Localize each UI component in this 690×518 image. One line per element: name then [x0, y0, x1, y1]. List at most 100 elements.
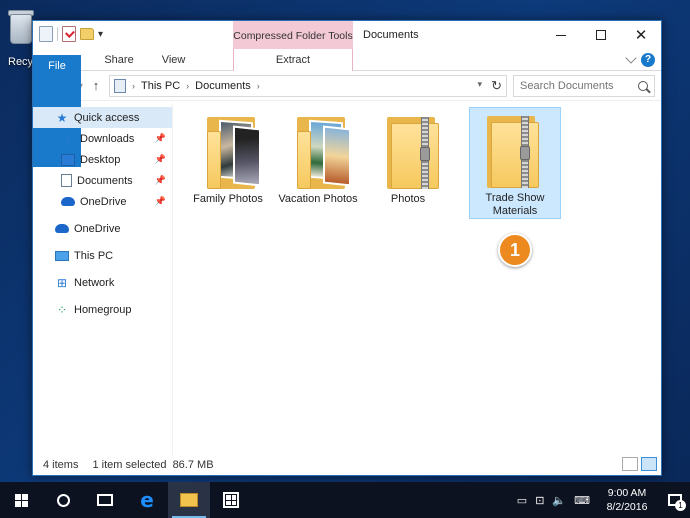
clock-time: 9:00 AM	[607, 487, 647, 499]
battery-icon[interactable]: ▭	[517, 494, 527, 507]
minimize-icon	[556, 34, 566, 36]
close-button[interactable]: ✕	[621, 21, 661, 49]
file-item-trade-show-materials[interactable]: Trade Show Materials	[469, 107, 561, 219]
zip-folder-icon	[487, 116, 543, 188]
context-tab-header: Compressed Folder Tools	[233, 21, 353, 51]
address-history-dropdown-icon[interactable]: ▾	[477, 79, 482, 90]
file-explorer-window: ▾ Compressed Folder Tools Documents ✕ Fi…	[32, 20, 662, 476]
refresh-icon[interactable]: ↻	[491, 78, 502, 94]
store-icon	[223, 492, 239, 508]
window-title: Documents	[363, 29, 419, 41]
nav-documents[interactable]: Documents 📌	[33, 170, 172, 191]
file-name: Vacation Photos	[278, 193, 358, 205]
quick-access-toolbar: ▾	[39, 26, 103, 42]
new-folder-icon[interactable]	[80, 28, 94, 40]
nav-item-label: Desktop	[80, 153, 121, 166]
store-taskbar-button[interactable]	[210, 482, 252, 518]
zip-folder-icon	[387, 117, 443, 189]
document-icon	[61, 174, 72, 187]
nav-onedrive-pinned[interactable]: OneDrive 📌	[33, 191, 172, 212]
file-item-vacation-photos[interactable]: Vacation Photos	[273, 109, 363, 221]
breadcrumb-separator-icon[interactable]: ›	[186, 81, 189, 91]
nav-item-label: This PC	[74, 249, 114, 262]
nav-item-label: Quick access	[74, 111, 140, 124]
nav-desktop[interactable]: Desktop 📌	[33, 149, 172, 170]
file-name: Trade Show Materials	[485, 192, 545, 217]
system-tray: ▭ ⊡ 🔈 ⌨ 9:00 AM 8/2/2016 1	[517, 482, 690, 518]
clock-date: 8/2/2016	[606, 501, 648, 513]
desktop-icon	[61, 153, 75, 166]
photo-folder-icon	[297, 117, 353, 189]
nav-this-pc[interactable]: This PC	[33, 245, 172, 266]
edge-taskbar-button[interactable]: e	[126, 482, 168, 518]
nav-item-label: OneDrive	[80, 195, 127, 208]
file-item-family-photos[interactable]: Family Photos	[183, 109, 273, 221]
large-icons-view-icon[interactable]	[641, 457, 657, 471]
nav-item-label: Homegroup	[74, 303, 132, 316]
nav-homegroup[interactable]: ⁘ Homegroup	[33, 299, 172, 320]
task-view-button[interactable]	[84, 482, 126, 518]
nav-quick-access[interactable]: ★ Quick access	[33, 107, 172, 128]
nav-downloads[interactable]: ↓ Downloads 📌	[33, 128, 172, 149]
pin-icon: 📌	[154, 175, 166, 185]
up-arrow-icon[interactable]: ↑	[89, 78, 103, 93]
properties-icon[interactable]	[39, 26, 53, 42]
clock[interactable]: 9:00 AM 8/2/2016	[598, 486, 656, 514]
file-name: Photos	[390, 193, 426, 205]
tab-share[interactable]: Share	[90, 49, 147, 70]
search-box[interactable]	[513, 74, 655, 97]
star-icon: ★	[56, 110, 68, 125]
cortana-circle-icon	[56, 493, 70, 507]
breadcrumb-separator-icon[interactable]: ›	[132, 81, 135, 91]
edge-browser-icon: e	[140, 488, 154, 512]
file-explorer-taskbar-button[interactable]	[168, 482, 210, 518]
nav-onedrive[interactable]: OneDrive	[33, 218, 172, 239]
pin-icon: 📌	[154, 154, 166, 164]
step-callout-badge: 1	[498, 233, 532, 267]
breadcrumb-separator-icon[interactable]: ›	[257, 81, 260, 91]
file-item-photos[interactable]: Photos	[363, 109, 453, 221]
tab-extract[interactable]: Extract	[233, 49, 353, 71]
photo-folder-icon	[207, 117, 263, 189]
onedrive-cloud-icon	[55, 224, 69, 233]
breadcrumb-documents[interactable]: Documents	[195, 80, 251, 92]
action-center-button[interactable]: 1	[664, 489, 686, 511]
checkmark-icon[interactable]	[62, 26, 76, 42]
customize-toolbar-icon[interactable]: ▾	[98, 29, 103, 40]
toolbar-divider	[57, 27, 58, 41]
maximize-button[interactable]	[581, 21, 621, 49]
nav-item-label: OneDrive	[74, 222, 121, 235]
ribbon-tabs: File Home Share View Extract ?	[33, 49, 661, 167]
file-explorer-icon	[180, 493, 198, 507]
expand-ribbon-chevron-icon[interactable]	[625, 51, 637, 64]
network-status-icon[interactable]: ⊡	[535, 494, 544, 507]
nav-item-label: Network	[74, 276, 115, 289]
documents-location-icon	[114, 78, 127, 93]
volume-icon[interactable]: 🔈	[552, 494, 566, 507]
onedrive-cloud-icon	[61, 197, 75, 206]
minimize-button[interactable]	[541, 21, 581, 49]
start-button[interactable]	[0, 482, 42, 518]
navigation-bar: ← → ▾ ↑ › This PC › Documents › ▾ ↻	[33, 71, 661, 101]
item-count: 4 items	[43, 459, 79, 471]
taskbar: e ▭ ⊡ 🔈 ⌨ 9:00 AM 8/2/2016 1	[0, 482, 690, 518]
computer-icon	[55, 250, 69, 261]
title-bar: ▾ Compressed Folder Tools Documents ✕	[33, 21, 661, 51]
search-input[interactable]	[520, 79, 630, 92]
tab-view[interactable]: View	[148, 49, 200, 70]
help-icon[interactable]: ?	[641, 52, 655, 67]
cortana-button[interactable]	[42, 482, 84, 518]
selection-info: 1 item selected 86.7 MB	[92, 459, 214, 471]
details-view-icon[interactable]	[622, 457, 638, 471]
pin-icon: 📌	[154, 196, 166, 206]
windows-logo-icon	[14, 493, 28, 507]
status-bar: 4 items 1 item selected 86.7 MB	[33, 455, 661, 475]
nav-network[interactable]: ⊞ Network	[33, 272, 172, 293]
address-bar[interactable]: › This PC › Documents › ▾ ↻	[109, 74, 507, 97]
breadcrumb-this-pc[interactable]: This PC	[141, 80, 180, 92]
main-content: ★ Quick access ↓ Downloads 📌 Desktop 📌 D…	[33, 103, 661, 455]
task-view-icon	[97, 494, 113, 506]
network-icon: ⊞	[56, 275, 68, 290]
keyboard-icon[interactable]: ⌨	[574, 494, 590, 507]
desktop-icon-label: Recy	[8, 56, 34, 68]
